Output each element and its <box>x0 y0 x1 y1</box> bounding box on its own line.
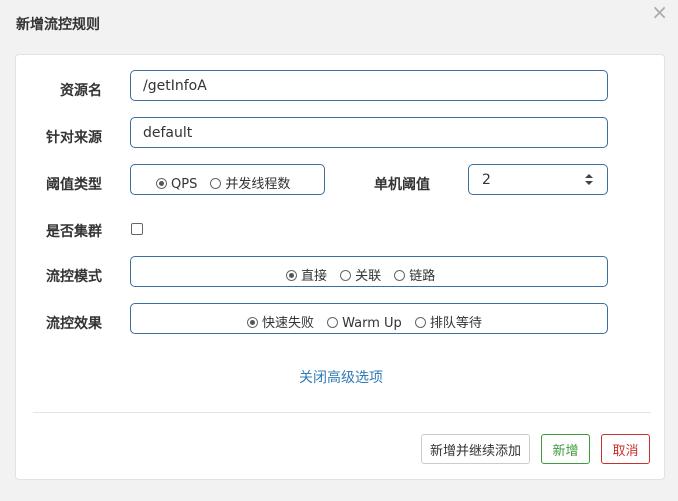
single-threshold-input[interactable]: 2 <box>468 164 608 195</box>
control-mode-chain[interactable]: 链路 <box>394 269 435 284</box>
radio-icon <box>340 270 352 281</box>
close-icon[interactable]: × <box>651 2 668 22</box>
toggle-advanced-link[interactable]: 关闭高级选项 <box>16 367 666 387</box>
radio-selected-icon <box>156 178 167 189</box>
single-threshold-value: 2 <box>482 172 491 188</box>
radio-selected-icon <box>286 270 297 281</box>
cluster-label: 是否集群 <box>46 224 102 240</box>
control-mode-direct[interactable]: 直接 <box>286 269 327 284</box>
origin-label: 针对来源 <box>46 130 102 146</box>
radio-icon <box>414 317 426 328</box>
dialog-title: 新增流控规则 <box>16 17 100 33</box>
origin-value: default <box>143 125 193 141</box>
resource-value: /getInfoA <box>143 78 207 94</box>
threshold-type-group: QPS 并发线程数 <box>130 164 325 195</box>
resource-input[interactable]: /getInfoA <box>130 70 608 101</box>
control-mode-label: 流控模式 <box>46 269 102 285</box>
threshold-type-threads[interactable]: 并发线程数 <box>210 177 290 192</box>
radio-icon <box>327 317 339 328</box>
origin-input[interactable]: default <box>130 117 608 148</box>
spinner-icon[interactable] <box>585 174 593 186</box>
cluster-checkbox[interactable] <box>131 223 143 235</box>
add-button[interactable]: 新增 <box>541 434 590 464</box>
cancel-button[interactable]: 取消 <box>601 434 650 464</box>
control-effect-label: 流控效果 <box>46 316 102 332</box>
threshold-type-qps[interactable]: QPS <box>156 177 197 192</box>
radio-selected-icon <box>247 317 258 328</box>
radio-icon <box>210 178 222 189</box>
control-effect-queue[interactable]: 排队等待 <box>414 316 482 331</box>
single-threshold-label: 单机阈值 <box>374 177 430 193</box>
control-mode-relate[interactable]: 关联 <box>340 269 381 284</box>
control-effect-fast-fail[interactable]: 快速失败 <box>247 316 314 331</box>
control-effect-warm-up[interactable]: Warm Up <box>327 316 402 331</box>
control-mode-group: 直接 关联 链路 <box>130 256 608 287</box>
control-effect-group: 快速失败 Warm Up 排队等待 <box>130 303 608 334</box>
form-panel: 资源名 /getInfoA 针对来源 default 阈值类型 QPS 并发线程… <box>15 54 665 480</box>
radio-icon <box>394 270 406 281</box>
add-continue-button[interactable]: 新增并继续添加 <box>421 434 530 464</box>
divider <box>33 412 651 413</box>
threshold-type-label: 阈值类型 <box>46 177 102 193</box>
resource-label: 资源名 <box>60 83 102 99</box>
